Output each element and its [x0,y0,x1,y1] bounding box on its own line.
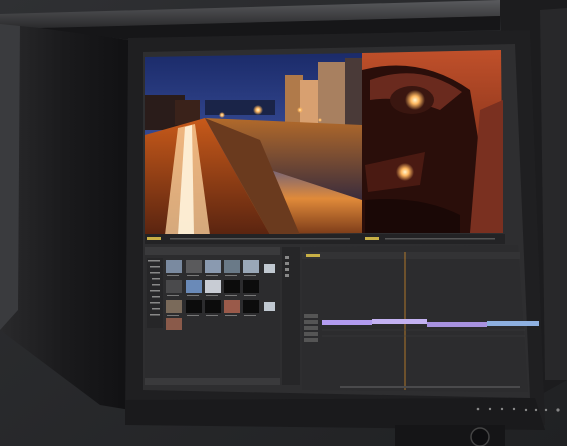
tree-row[interactable] [152,278,160,280]
timeline-clip[interactable] [372,319,427,324]
thumbnail[interactable] [166,260,182,273]
viewer-scrub-bar-right[interactable] [385,238,495,240]
thumbnail[interactable] [205,280,221,293]
bezel-button[interactable] [534,408,538,412]
timeline-scrollbar[interactable] [340,386,520,388]
thumbnail[interactable] [243,280,259,293]
timeline-panel [302,245,539,392]
timeline-clip[interactable] [427,322,487,327]
tree-row[interactable] [150,290,160,292]
viewer-right-image [362,50,503,233]
tool-icon[interactable] [285,262,289,265]
thumbnail[interactable] [166,318,182,330]
thumbnail[interactable] [186,280,202,293]
thumbnail[interactable] [224,260,240,273]
power-button[interactable] [556,408,560,412]
thumbnail[interactable] [186,260,202,273]
thumbnail[interactable] [186,300,202,313]
tree-row[interactable] [150,272,160,274]
folder-icon[interactable] [264,264,275,273]
timeline-ruler-marker [306,254,320,257]
tree-row[interactable] [152,296,160,298]
viewer-left-image [145,53,362,235]
project-panel [145,247,280,385]
monitor-scene [0,0,567,446]
bezel-button[interactable] [512,407,516,411]
stand-knob [470,427,490,446]
tool-icon[interactable] [285,268,289,271]
tool-icon[interactable] [285,256,289,259]
thumbnail[interactable] [205,260,221,273]
viewer-timecode-left [147,237,161,240]
hood-left-edge [0,20,20,330]
thumbnail[interactable] [243,260,259,273]
thumbnail[interactable] [205,300,221,313]
tool-icon[interactable] [285,274,289,277]
screen [143,44,539,398]
tree-row[interactable] [150,302,160,304]
thumbnail[interactable] [224,300,240,313]
tree-row[interactable] [148,260,160,262]
bezel-button[interactable] [476,407,480,411]
tree-row[interactable] [150,314,160,316]
bezel-button[interactable] [544,408,548,412]
viewer-timecode-right [365,237,379,240]
bezel-button[interactable] [488,407,492,411]
viewer-scrub-bar[interactable] [170,238,350,240]
tools-panel [282,247,300,385]
thumbnail[interactable] [243,300,259,313]
tree-row[interactable] [150,266,160,268]
timeline-clip[interactable] [322,320,372,325]
bezel-button[interactable] [500,407,504,411]
project-panel-footer [145,378,280,385]
tree-row[interactable] [152,284,160,286]
thumbnail[interactable] [166,280,182,293]
folder-icon[interactable] [264,302,275,311]
thumbnail[interactable] [224,280,240,293]
timeline-ruler[interactable] [302,252,520,259]
tree-row[interactable] [152,308,160,310]
thumbnail[interactable] [166,300,182,313]
timeline-clip[interactable] [487,321,539,326]
bezel-button[interactable] [524,408,528,412]
